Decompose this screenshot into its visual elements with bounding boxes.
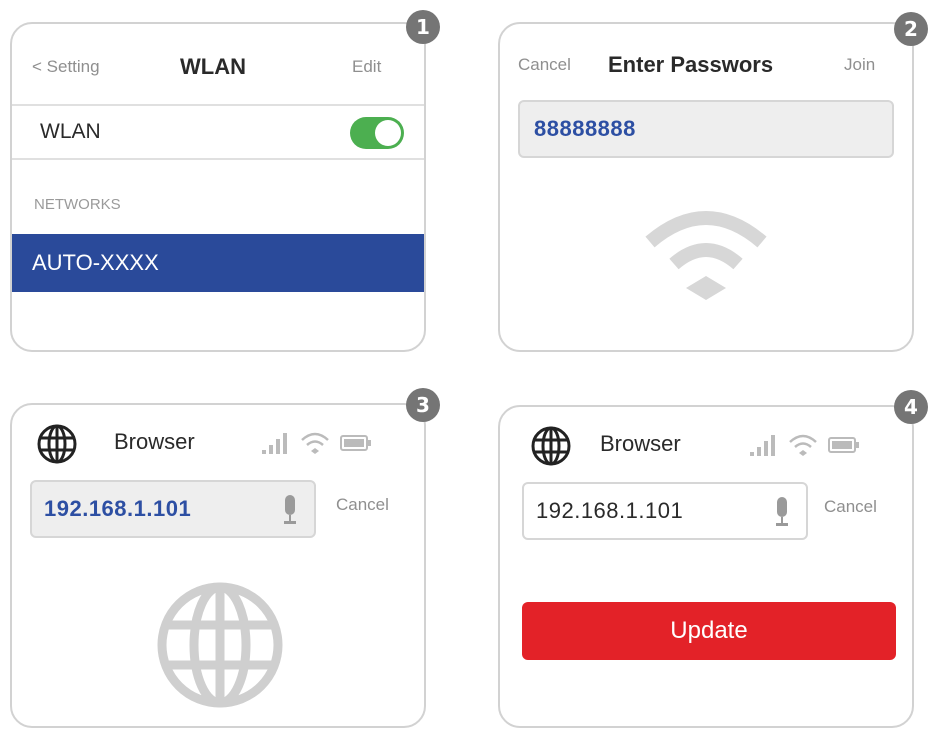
- edit-button[interactable]: Edit: [352, 57, 381, 77]
- step-badge-4: 4: [894, 390, 928, 424]
- browser-title: Browser: [600, 431, 681, 456]
- network-item-selected[interactable]: AUTO-XXXX: [12, 234, 424, 292]
- microphone-icon[interactable]: [280, 494, 300, 526]
- globe-icon: [37, 424, 77, 464]
- browser-title: Browser: [114, 429, 195, 454]
- networks-section-label: NETWORKS: [34, 196, 121, 213]
- password-input[interactable]: 88888888: [518, 100, 894, 158]
- url-input[interactable]: 192.168.1.101: [30, 480, 316, 538]
- cancel-button[interactable]: Cancel: [336, 495, 389, 515]
- panel-browser-update: Browser 192.168.1.101 Cancel Update: [498, 405, 914, 728]
- url-value: 192.168.1.101: [536, 498, 684, 523]
- step-badge-2: 2: [894, 12, 928, 46]
- back-button[interactable]: < Setting: [32, 57, 100, 77]
- network-name: AUTO-XXXX: [32, 250, 159, 275]
- signal-icon: [750, 435, 775, 456]
- globe-icon: [531, 426, 571, 466]
- divider: [12, 104, 424, 106]
- microphone-icon[interactable]: [772, 496, 792, 528]
- join-button[interactable]: Join: [844, 55, 875, 75]
- divider: [12, 158, 424, 160]
- step-badge-3: 3: [406, 388, 440, 422]
- wifi-icon: [645, 211, 767, 300]
- nav-bar: < Setting WLAN Edit: [12, 52, 424, 82]
- panel-enter-password: Cancel Enter Passwors Join 88888888: [498, 22, 914, 352]
- cancel-button[interactable]: Cancel: [518, 55, 571, 75]
- panel-browser-address: Browser 192.168.1.101 Cancel: [10, 403, 426, 728]
- toggle-knob: [375, 120, 401, 146]
- cancel-button[interactable]: Cancel: [824, 497, 877, 517]
- wifi-status-icon: [301, 432, 329, 454]
- url-input[interactable]: 192.168.1.101: [522, 482, 808, 540]
- wlan-toggle-label: WLAN: [40, 120, 101, 143]
- nav-bar: Cancel Enter Passwors Join: [500, 50, 912, 80]
- signal-icon: [262, 433, 287, 454]
- wifi-status-icon: [789, 434, 817, 456]
- update-button[interactable]: Update: [522, 602, 896, 660]
- step-badge-1: 1: [406, 10, 440, 44]
- url-value: 192.168.1.101: [44, 496, 192, 521]
- battery-icon: [340, 435, 371, 451]
- panel-wlan-settings: < Setting WLAN Edit WLAN NETWORKS AUTO-X…: [10, 22, 426, 352]
- password-value: 88888888: [534, 116, 636, 141]
- status-bar: [750, 433, 860, 457]
- globe-large-icon: [157, 582, 283, 708]
- page-title: WLAN: [180, 54, 246, 79]
- page-title: Enter Passwors: [608, 52, 774, 77]
- battery-icon: [828, 437, 859, 453]
- status-bar: [262, 431, 372, 455]
- wlan-toggle-switch[interactable]: [350, 117, 404, 149]
